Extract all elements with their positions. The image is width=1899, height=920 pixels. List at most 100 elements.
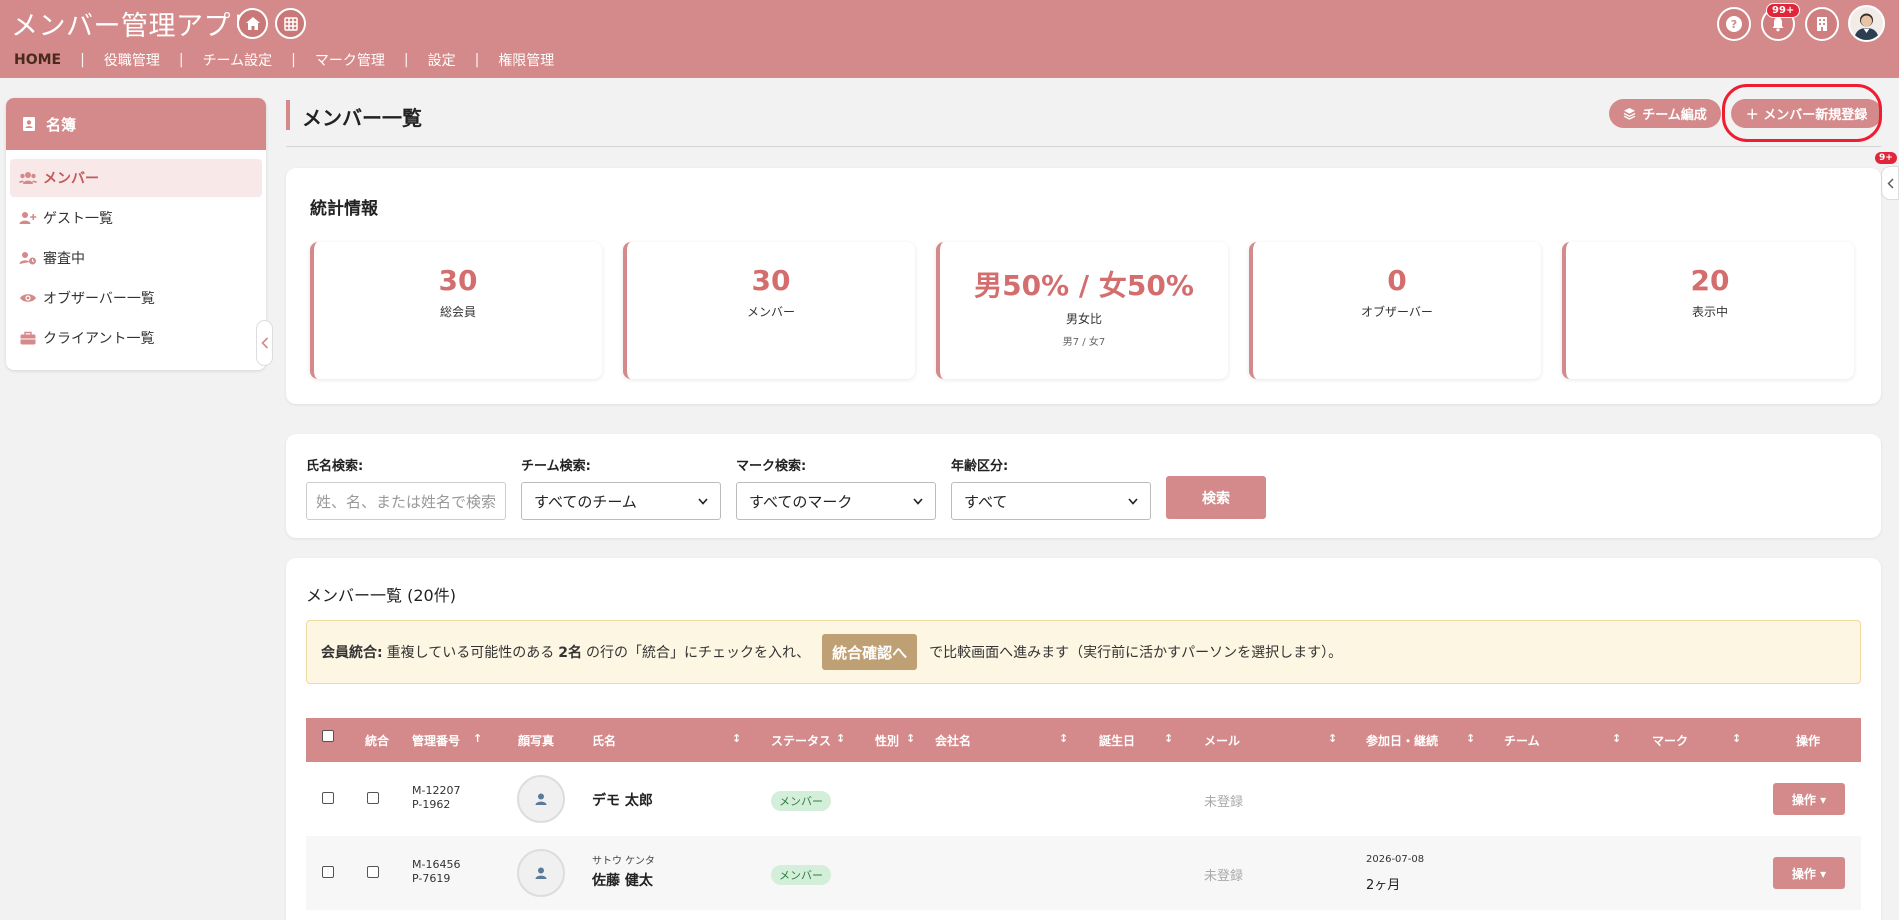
merge-notice-text: の行の「統合」にチェックを入れ、	[585, 645, 811, 661]
sidebar-title: 名簿	[46, 115, 77, 134]
mgr-m: M-16456	[412, 858, 461, 871]
sidebar-item-clients[interactable]: クライアント一覧	[10, 319, 262, 357]
chevron-down-icon	[1128, 497, 1138, 505]
col-mark[interactable]: マーク	[1652, 732, 1688, 749]
sidebar-item-members[interactable]: メンバー	[10, 159, 262, 197]
nav-separator: |	[403, 52, 409, 68]
sort-icon[interactable]: ↕	[732, 732, 741, 745]
col-team[interactable]: チーム	[1504, 732, 1540, 749]
col-joined[interactable]: 参加日・継続	[1366, 732, 1438, 749]
stat-label: メンバー	[746, 305, 795, 319]
name-search-input[interactable]: 姓、名、または姓名で検索	[306, 482, 506, 520]
row-select-checkbox[interactable]	[322, 792, 334, 804]
member-name[interactable]: デモ 太郎	[592, 790, 653, 810]
highlight-ring	[1722, 84, 1882, 142]
user-photo-icon	[517, 849, 565, 897]
select-all-checkbox[interactable]	[322, 730, 334, 742]
nav-home[interactable]: HOME	[14, 52, 61, 68]
title-accent	[286, 100, 290, 130]
sort-icon[interactable]: ↕	[906, 732, 915, 745]
merge-notice-text: で比較画面へ進みます（実行前に活かすパーソンを選択します）。	[929, 645, 1343, 661]
merge-confirm-button[interactable]: 統合確認へ	[822, 634, 918, 670]
sidebar: 名簿 メンバー ゲスト一覧 審査中 オブザーバー一覧 クライアント一覧	[6, 98, 266, 370]
eye-icon	[19, 291, 37, 305]
sidebar-item-label: メンバー	[43, 171, 99, 187]
nav-permissions[interactable]: 権限管理	[498, 50, 554, 70]
briefcase-icon	[19, 331, 37, 345]
main-nav: HOME | 役職管理 | チーム設定 | マーク管理 | 設定 | 権限管理	[14, 50, 554, 70]
grid-icon[interactable]	[275, 8, 306, 39]
home-icon[interactable]	[237, 8, 268, 39]
svg-text:?: ?	[1731, 18, 1737, 31]
search-button[interactable]: 検索	[1166, 476, 1266, 519]
sort-icon[interactable]: ↕	[1328, 732, 1337, 745]
col-email[interactable]: メール	[1204, 732, 1240, 749]
mark-select[interactable]: すべてのマーク	[736, 482, 936, 520]
sidebar-item-observers[interactable]: オブザーバー一覧	[10, 279, 262, 317]
page-title: メンバー一覧	[302, 106, 422, 130]
name-search-label: 氏名検索:	[306, 459, 364, 474]
team-select[interactable]: すべてのチーム	[521, 482, 721, 520]
sidebar-item-guests[interactable]: ゲスト一覧	[10, 199, 262, 237]
mgr-p: P-1962	[412, 798, 451, 811]
team-search-label: チーム検索:	[521, 459, 591, 474]
search-card: 氏名検索: 姓、名、または姓名で検索 チーム検索: すべてのチーム マーク検索:…	[286, 434, 1881, 538]
age-select[interactable]: すべて	[951, 482, 1151, 520]
building-icon[interactable]	[1805, 7, 1839, 41]
status-badge: メンバー	[771, 865, 831, 885]
help-icon[interactable]: ?	[1717, 7, 1751, 41]
nav-separator: |	[474, 52, 480, 68]
col-gender[interactable]: 性別	[875, 732, 899, 749]
member-name[interactable]: 佐藤 健太	[592, 870, 653, 890]
nav-marks[interactable]: マーク管理	[315, 50, 385, 70]
right-panel-toggle[interactable]	[1881, 166, 1899, 200]
merge-notice-text: 重複している可能性のある	[386, 645, 555, 661]
sort-icon[interactable]: ↕	[1732, 732, 1741, 745]
stat-observers: 0 オブザーバー	[1249, 242, 1541, 379]
table-row: M-12207 P-1962 デモ 太郎 メンバー 未登録 操作 ▾	[306, 762, 1861, 836]
chevron-down-icon	[698, 497, 708, 505]
nav-separator: |	[80, 52, 85, 68]
sidebar-item-label: オブザーバー一覧	[43, 291, 155, 307]
side-badge: 9+	[1875, 152, 1897, 164]
address-book-icon	[22, 116, 36, 132]
col-birthday[interactable]: 誕生日	[1099, 732, 1135, 749]
merge-notice-count: 2名	[558, 645, 582, 661]
stat-members: 30 メンバー	[623, 242, 915, 379]
row-select-checkbox[interactable]	[322, 866, 334, 878]
stat-value: 20	[1690, 264, 1730, 297]
col-company[interactable]: 会社名	[935, 732, 971, 749]
sidebar-collapse-button[interactable]	[256, 320, 273, 366]
team-select-value: すべてのチーム	[534, 492, 637, 511]
user-clock-icon	[19, 251, 37, 265]
row-merge-checkbox[interactable]	[367, 792, 379, 804]
col-merge: 統合	[365, 734, 390, 748]
nav-roles[interactable]: 役職管理	[104, 50, 160, 70]
sort-icon[interactable]: ↕	[836, 732, 845, 745]
users-icon	[19, 171, 37, 185]
sidebar-item-label: クライアント一覧	[43, 331, 155, 347]
sort-icon[interactable]: ↕	[1164, 732, 1173, 745]
stat-gender-ratio: 男50% / 女50% 男女比 男7 / 女7	[936, 242, 1228, 379]
sort-icon[interactable]: ↕	[1059, 732, 1068, 745]
sort-asc-icon[interactable]: ↑	[473, 732, 482, 745]
row-merge-checkbox[interactable]	[367, 866, 379, 878]
stats-card: 統計情報 30 総会員 30 メンバー 男50% / 女50% 男女比 男7 /…	[286, 168, 1881, 404]
nav-team-settings[interactable]: チーム設定	[203, 50, 273, 70]
list-title: メンバー一覧 (20件)	[306, 586, 456, 605]
sidebar-item-reviewing[interactable]: 審査中	[10, 239, 262, 277]
stat-label: オブザーバー	[1361, 305, 1433, 319]
team-formation-button[interactable]: チーム編成	[1609, 99, 1721, 128]
stat-value: 0	[1387, 264, 1407, 297]
nav-settings[interactable]: 設定	[428, 50, 456, 70]
col-status[interactable]: ステータス	[771, 732, 831, 749]
col-mgr-no[interactable]: 管理番号	[412, 732, 460, 749]
age-select-value: すべて	[964, 492, 1008, 511]
col-name[interactable]: 氏名	[592, 732, 616, 749]
action-dropdown-button[interactable]: 操作 ▾	[1773, 783, 1845, 815]
stat-displayed: 20 表示中	[1562, 242, 1854, 379]
action-dropdown-button[interactable]: 操作 ▾	[1773, 857, 1845, 889]
sort-icon[interactable]: ↕	[1466, 732, 1475, 745]
avatar[interactable]	[1848, 5, 1885, 42]
sort-icon[interactable]: ↕	[1612, 732, 1621, 745]
